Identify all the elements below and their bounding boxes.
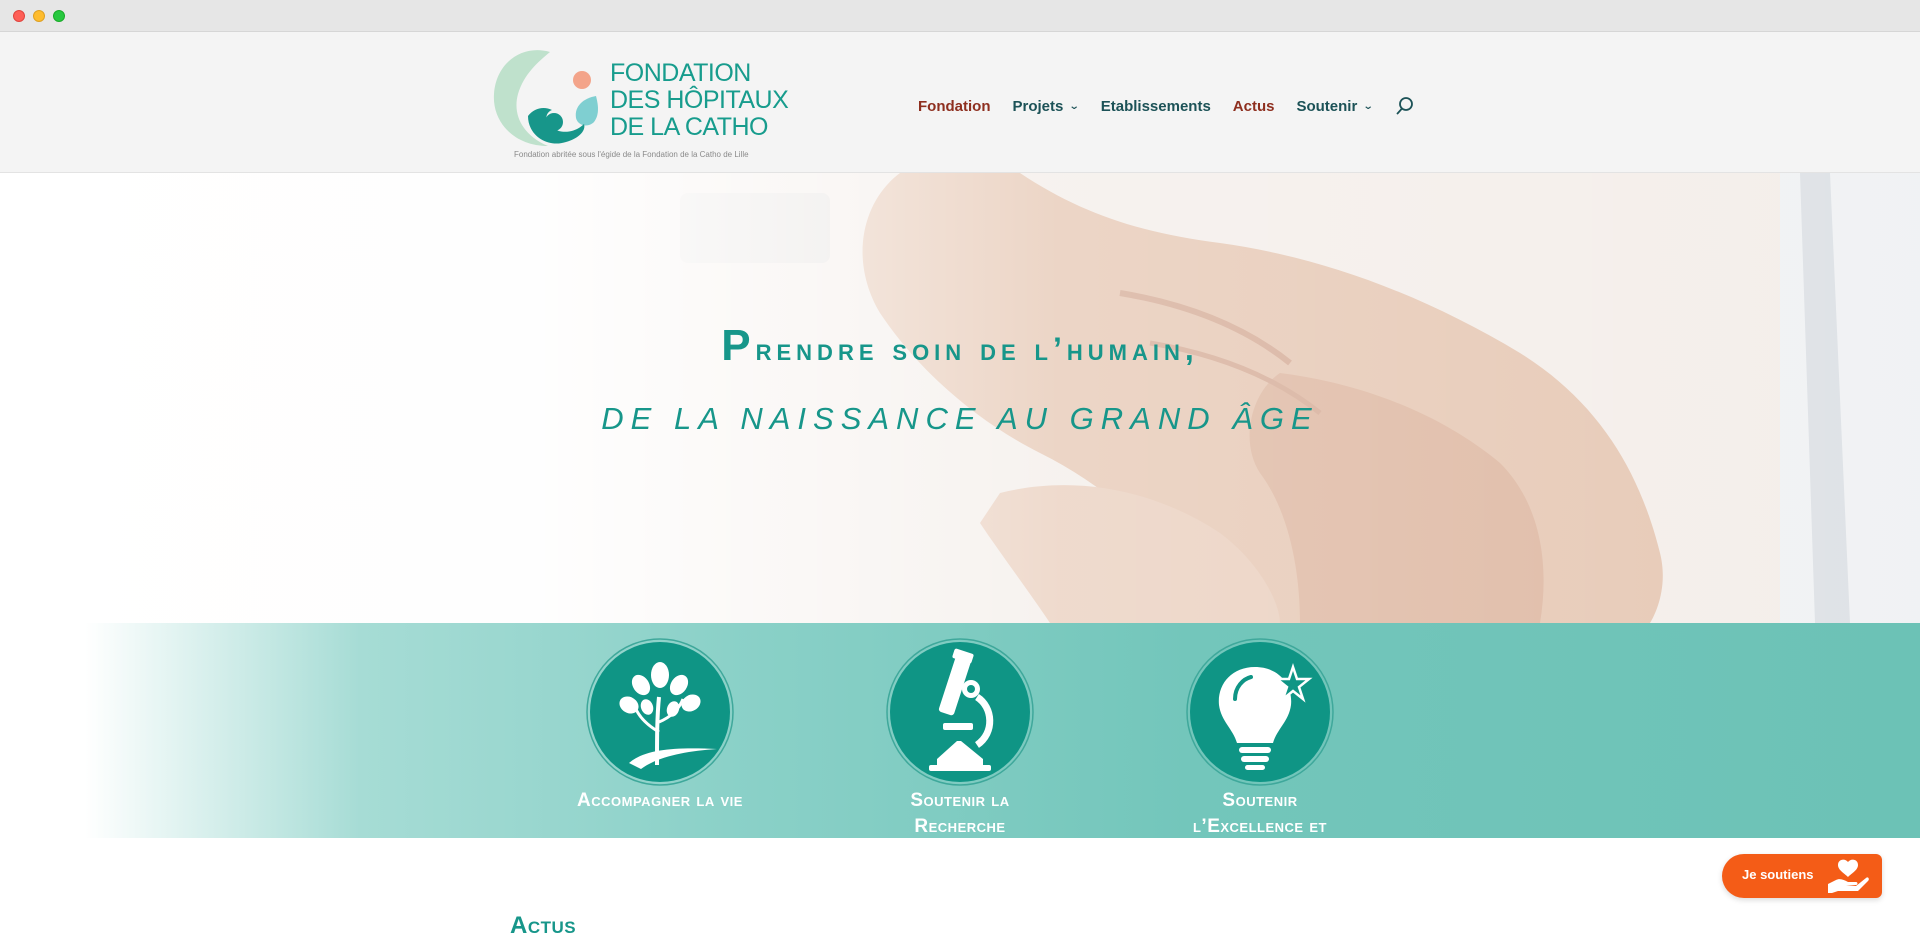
site-logo[interactable]: FONDATION DES HÔPITAUX DE LA CATHO Fonda… bbox=[488, 42, 789, 167]
logo-mark-icon bbox=[493, 50, 598, 146]
pillar-accompagner[interactable]: Accompagner la vie bbox=[550, 637, 770, 814]
nav-item-etablissements[interactable]: Etablissements bbox=[1101, 98, 1211, 115]
site-header: FONDATION DES HÔPITAUX DE LA CATHO Fonda… bbox=[0, 32, 1920, 173]
pillar-label-line-1: Soutenir la bbox=[910, 790, 1010, 811]
nav-item-soutenir[interactable]: Soutenir ⌄ bbox=[1296, 97, 1374, 115]
pillar-label: Soutenir la Recherche bbox=[850, 788, 1070, 838]
close-window-button[interactable] bbox=[13, 10, 25, 22]
pillar-label-line-2: Recherche bbox=[914, 816, 1006, 837]
hero-title: Prendre soin de l’humain, bbox=[0, 321, 1920, 371]
nav-item-label: Etablissements bbox=[1100, 97, 1211, 115]
nav-item-actus[interactable]: Actus bbox=[1233, 98, 1275, 115]
nav-item-label: Fondation bbox=[918, 97, 991, 115]
nav-item-fondation[interactable]: Fondation bbox=[918, 98, 990, 115]
logo-line-2: DES HÔPITAUX bbox=[610, 86, 789, 114]
maximize-window-button[interactable] bbox=[53, 10, 65, 22]
minimize-window-button[interactable] bbox=[33, 10, 45, 22]
chevron-down-icon: ⌄ bbox=[1363, 100, 1374, 112]
pillars-band-clip: Accompagner la vie Soutenir la Recherche bbox=[0, 623, 1920, 838]
pillar-label: Accompagner la vie bbox=[550, 788, 770, 814]
pillar-label-line-1: Accompagner la vie bbox=[577, 790, 743, 811]
pillar-label-line-2: l’Excellence et bbox=[1192, 816, 1327, 837]
nav-item-label: Projets bbox=[1012, 97, 1064, 115]
chevron-down-icon: ⌄ bbox=[1069, 100, 1080, 112]
pillar-recherche[interactable]: Soutenir la Recherche bbox=[850, 637, 1070, 838]
heart-hand-icon bbox=[1826, 858, 1870, 899]
logo-line-1: FONDATION bbox=[610, 59, 751, 87]
logo-caption: Fondation abritée sous l'égide de la Fon… bbox=[514, 150, 749, 159]
browser-titlebar bbox=[0, 0, 1920, 32]
tree-icon bbox=[585, 637, 735, 787]
actus-heading: Actus bbox=[510, 912, 577, 939]
hero-fade-overlay bbox=[0, 173, 1920, 623]
logo-line-3: DE LA CATHO bbox=[610, 113, 768, 141]
donate-label: Je soutiens bbox=[1742, 867, 1814, 882]
je-soutiens-button[interactable]: Je soutiens bbox=[1722, 854, 1882, 898]
microscope-icon bbox=[885, 637, 1035, 787]
nav-item-projets[interactable]: Projets ⌄ bbox=[1012, 97, 1080, 115]
nav-item-label: Actus bbox=[1232, 97, 1275, 115]
search-icon[interactable] bbox=[1395, 96, 1415, 116]
pillar-excellence[interactable]: Soutenir l’Excellence et bbox=[1150, 637, 1370, 838]
main-nav: Fondation Projets ⌄ Etablissements Actus… bbox=[918, 94, 1415, 118]
pillar-label-line-1: Soutenir bbox=[1222, 790, 1298, 811]
hero-title-initial: P bbox=[721, 321, 756, 370]
lightbulb-star-icon bbox=[1185, 637, 1335, 787]
hero-title-rest: rendre soin de l’humain, bbox=[755, 331, 1199, 367]
logo-wordmark: FONDATION DES HÔPITAUX DE LA CATHO bbox=[610, 59, 789, 141]
nav-item-label: Soutenir bbox=[1296, 97, 1358, 115]
hero-subtitle: DE LA NAISSANCE AU GRAND ÂGE bbox=[601, 401, 1319, 436]
pillar-label: Soutenir l’Excellence et bbox=[1150, 788, 1370, 838]
hero-banner: Prendre soin de l’humain, DE LA NAISSANC… bbox=[0, 173, 1920, 623]
